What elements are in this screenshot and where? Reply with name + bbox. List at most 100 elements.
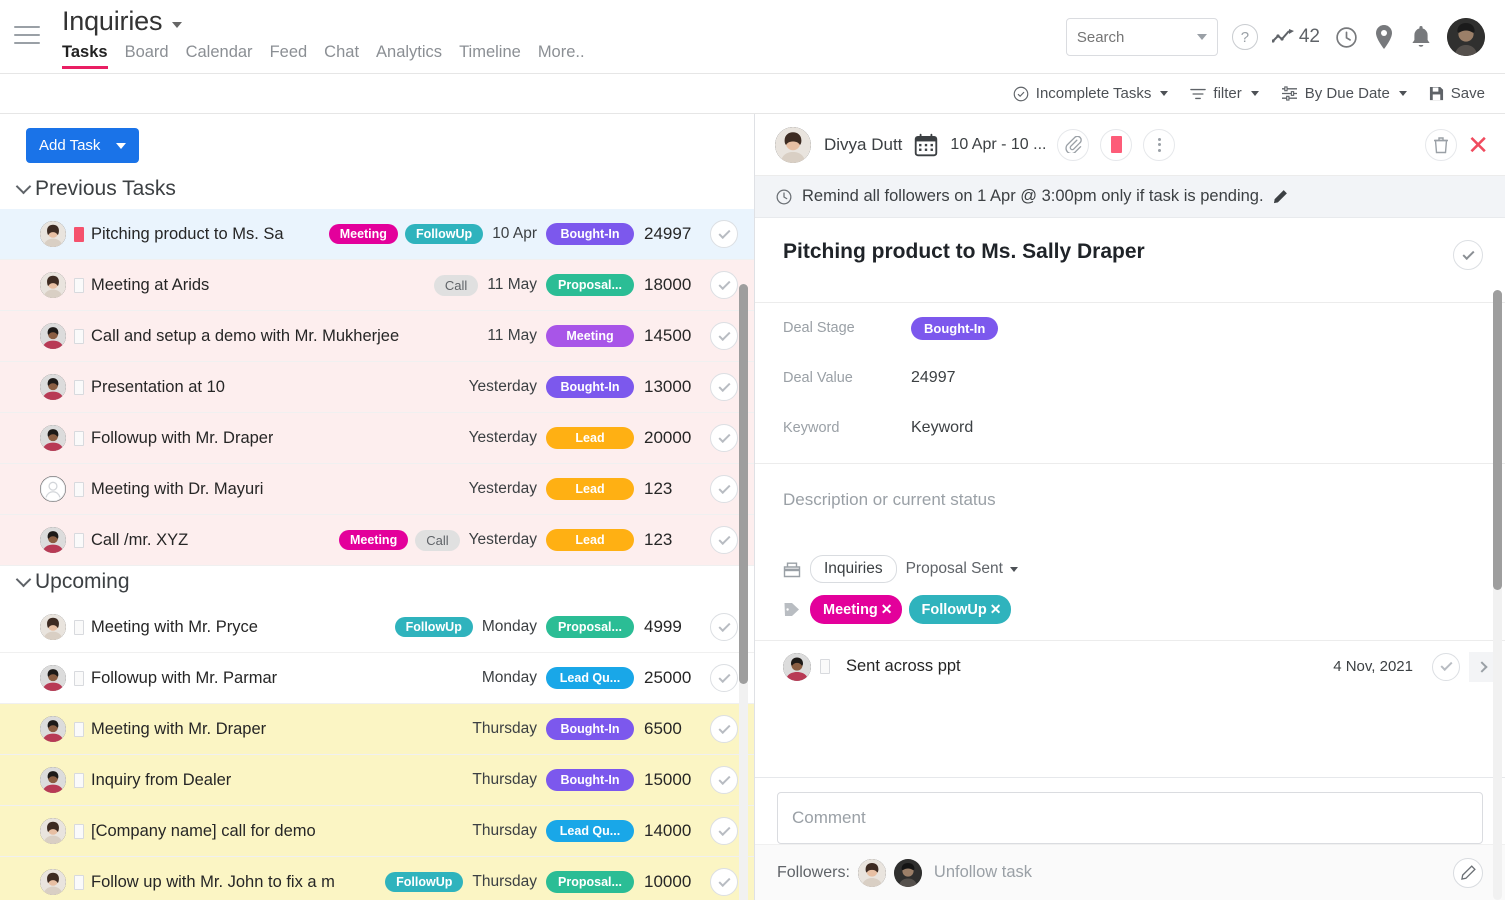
detail-tag[interactable]: Meeting✕ bbox=[810, 595, 902, 624]
edit-icon[interactable] bbox=[1453, 858, 1483, 888]
task-priority-box[interactable] bbox=[74, 824, 84, 839]
task-list[interactable]: Previous TasksPitching product to Ms. Sa… bbox=[0, 173, 754, 900]
task-row[interactable]: Pitching product to Ms. SaMeetingFollowU… bbox=[0, 209, 754, 260]
task-assignee-avatar[interactable] bbox=[40, 614, 66, 640]
task-stage-badge[interactable]: Bought-In bbox=[546, 718, 634, 740]
task-priority-box[interactable] bbox=[74, 620, 84, 635]
section-header-upcoming[interactable]: Upcoming bbox=[0, 566, 754, 602]
task-complete-button[interactable] bbox=[710, 322, 738, 350]
task-assignee-avatar[interactable] bbox=[40, 767, 66, 793]
task-priority-box[interactable] bbox=[74, 278, 84, 293]
subtask-open-icon[interactable] bbox=[1469, 652, 1495, 682]
task-row[interactable]: Followup with Mr. DraperYesterdayLead200… bbox=[0, 413, 754, 464]
tab-board[interactable]: Board bbox=[125, 43, 169, 69]
tab-timeline[interactable]: Timeline bbox=[459, 43, 521, 69]
deal-stage-badge[interactable]: Bought-In bbox=[911, 317, 998, 340]
tab-analytics[interactable]: Analytics bbox=[376, 43, 442, 69]
task-complete-button[interactable] bbox=[710, 526, 738, 554]
task-stage-badge[interactable]: Bought-In bbox=[546, 769, 634, 791]
task-stage-badge[interactable]: Lead Qu... bbox=[546, 820, 634, 842]
chevron-down-icon[interactable] bbox=[1197, 34, 1207, 40]
task-priority-box[interactable] bbox=[74, 431, 84, 446]
task-complete-button[interactable] bbox=[710, 664, 738, 692]
project-name[interactable]: Inquiries bbox=[810, 555, 897, 583]
task-complete-button[interactable] bbox=[710, 373, 738, 401]
task-assignee-avatar[interactable] bbox=[40, 527, 66, 553]
task-stage-badge[interactable]: Lead Qu... bbox=[546, 667, 634, 689]
task-row[interactable]: Meeting with Mr. PryceFollowUpMondayProp… bbox=[0, 602, 754, 653]
task-assignee-avatar[interactable] bbox=[40, 818, 66, 844]
task-stage-badge[interactable]: Bought-In bbox=[546, 223, 634, 245]
tab-more[interactable]: More.. bbox=[538, 43, 585, 69]
task-stage-badge[interactable]: Lead bbox=[546, 529, 634, 551]
remove-tag-icon[interactable]: ✕ bbox=[990, 601, 1002, 618]
task-tag[interactable]: Meeting bbox=[329, 224, 398, 245]
task-complete-button[interactable] bbox=[710, 475, 738, 503]
task-priority-box[interactable] bbox=[74, 329, 84, 344]
task-list-scrollbar[interactable] bbox=[739, 284, 748, 900]
task-assignee-avatar[interactable] bbox=[40, 221, 66, 247]
task-row[interactable]: Meeting with Dr. MayuriYesterdayLead123 bbox=[0, 464, 754, 515]
task-tag[interactable]: FollowUp bbox=[395, 617, 473, 638]
delete-icon[interactable] bbox=[1425, 129, 1457, 161]
bell-icon[interactable] bbox=[1409, 24, 1433, 50]
add-task-button[interactable]: Add Task bbox=[26, 128, 139, 163]
task-stage-badge[interactable]: Proposal... bbox=[546, 274, 634, 296]
location-icon[interactable] bbox=[1373, 24, 1395, 50]
task-row[interactable]: Follow up with Mr. John to fix a mFollow… bbox=[0, 857, 754, 900]
task-stage-badge[interactable]: Bought-In bbox=[546, 376, 634, 398]
task-complete-button[interactable] bbox=[710, 817, 738, 845]
task-assignee-avatar[interactable] bbox=[40, 869, 66, 895]
chevron-down-icon[interactable] bbox=[116, 143, 126, 149]
sort-dropdown[interactable]: By Due Date bbox=[1281, 85, 1407, 102]
tab-calendar[interactable]: Calendar bbox=[186, 43, 253, 69]
task-assignee-avatar[interactable] bbox=[40, 665, 66, 691]
task-complete-button[interactable] bbox=[710, 424, 738, 452]
task-row[interactable]: Call /mr. XYZMeetingCallYesterdayLead123 bbox=[0, 515, 754, 566]
task-assignee-avatar[interactable] bbox=[40, 374, 66, 400]
filter-dropdown[interactable]: filter bbox=[1190, 85, 1258, 102]
task-priority-box[interactable] bbox=[74, 227, 84, 242]
field-value[interactable]: Keyword bbox=[911, 419, 973, 437]
task-tag[interactable]: Call bbox=[434, 275, 478, 296]
task-row[interactable]: Call and setup a demo with Mr. Mukherjee… bbox=[0, 311, 754, 362]
task-priority-box[interactable] bbox=[74, 671, 84, 686]
task-complete-button[interactable] bbox=[710, 271, 738, 299]
task-row[interactable]: Followup with Mr. ParmarMondayLead Qu...… bbox=[0, 653, 754, 704]
task-assignee-avatar[interactable] bbox=[40, 272, 66, 298]
status-filter-dropdown[interactable]: Incomplete Tasks bbox=[1013, 85, 1169, 102]
subtask-complete-button[interactable] bbox=[1432, 653, 1460, 681]
task-stage-badge[interactable]: Proposal... bbox=[546, 616, 634, 638]
close-icon[interactable]: ✕ bbox=[1467, 132, 1489, 158]
attachment-icon[interactable] bbox=[1057, 129, 1089, 161]
task-tag[interactable]: FollowUp bbox=[385, 872, 463, 893]
task-stage-badge[interactable]: Meeting bbox=[546, 325, 634, 347]
task-priority-box[interactable] bbox=[74, 482, 84, 497]
task-priority-box[interactable] bbox=[74, 875, 84, 890]
task-assignee-avatar[interactable] bbox=[40, 425, 66, 451]
task-priority-box[interactable] bbox=[74, 380, 84, 395]
user-avatar[interactable] bbox=[1447, 18, 1485, 56]
task-tag[interactable]: Meeting bbox=[339, 530, 408, 551]
task-row[interactable]: Meeting with Mr. DraperThursdayBought-In… bbox=[0, 704, 754, 755]
tab-chat[interactable]: Chat bbox=[324, 43, 359, 69]
task-row[interactable]: Inquiry from DealerThursdayBought-In1500… bbox=[0, 755, 754, 806]
task-stage-badge[interactable]: Proposal... bbox=[546, 871, 634, 893]
tab-feed[interactable]: Feed bbox=[270, 43, 308, 69]
task-assignee-avatar[interactable] bbox=[40, 323, 66, 349]
task-priority-box[interactable] bbox=[74, 722, 84, 737]
search-field[interactable] bbox=[1077, 29, 1187, 46]
menu-icon[interactable] bbox=[14, 26, 40, 44]
clock-icon[interactable] bbox=[1334, 25, 1359, 50]
help-icon[interactable]: ? bbox=[1232, 24, 1258, 50]
detail-date-range[interactable]: 10 Apr - 10 ... bbox=[950, 136, 1046, 154]
unfollow-task-button[interactable]: Unfollow task bbox=[934, 863, 1032, 882]
task-priority-box[interactable] bbox=[74, 533, 84, 548]
edit-reminder-icon[interactable] bbox=[1273, 189, 1288, 204]
calendar-icon[interactable] bbox=[913, 132, 939, 158]
detail-tag[interactable]: FollowUp✕ bbox=[909, 595, 1011, 624]
task-row[interactable]: [Company name] call for demoThursdayLead… bbox=[0, 806, 754, 857]
tab-tasks[interactable]: Tasks bbox=[62, 43, 108, 69]
task-priority-box[interactable] bbox=[74, 773, 84, 788]
search-input[interactable] bbox=[1066, 18, 1218, 56]
